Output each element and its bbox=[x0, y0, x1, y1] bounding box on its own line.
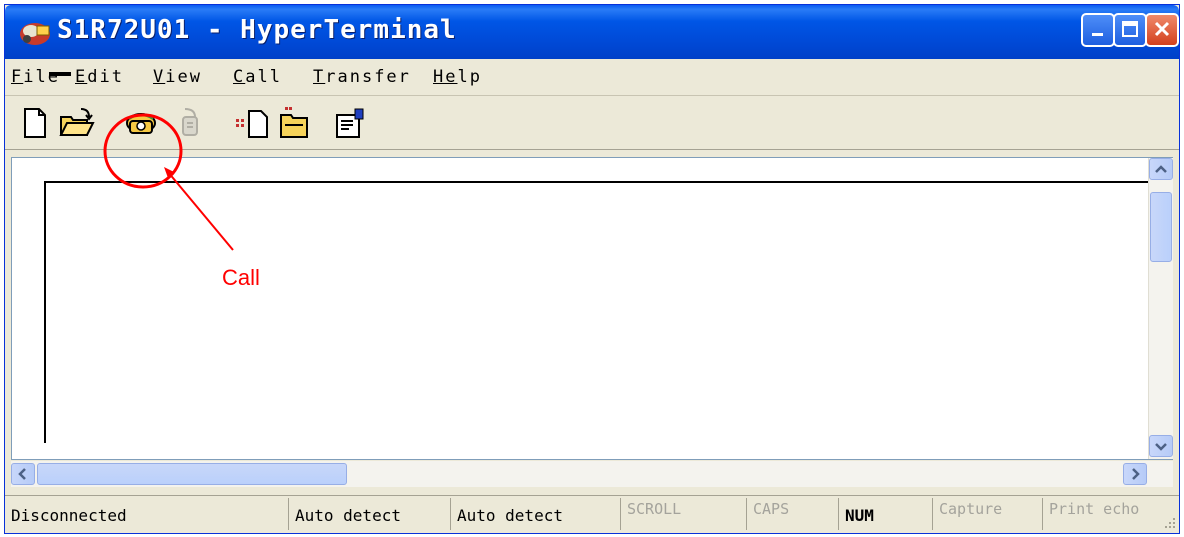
properties-button[interactable] bbox=[331, 105, 371, 141]
status-port-settings: Auto detect bbox=[451, 498, 621, 530]
send-button[interactable] bbox=[233, 105, 273, 141]
scroll-up-button[interactable] bbox=[1149, 158, 1173, 180]
minimize-button[interactable] bbox=[1081, 13, 1115, 47]
menu-call[interactable]: Call bbox=[233, 67, 282, 87]
new-document-icon bbox=[24, 108, 46, 138]
send-file-icon bbox=[236, 110, 268, 138]
status-emulation: Auto detect bbox=[289, 498, 451, 530]
scroll-right-button[interactable] bbox=[1123, 463, 1147, 485]
terminal-cursor bbox=[49, 72, 71, 76]
chevron-down-icon bbox=[1155, 443, 1167, 451]
status-scroll: SCROLL bbox=[621, 498, 747, 530]
scroll-left-button[interactable] bbox=[11, 463, 35, 485]
hyperterminal-icon[interactable] bbox=[17, 17, 53, 47]
call-button[interactable] bbox=[121, 105, 161, 141]
terminal-panel[interactable] bbox=[11, 157, 1173, 460]
status-capture: Capture bbox=[933, 498, 1043, 530]
status-connection: Disconnected bbox=[5, 498, 289, 530]
open-button[interactable] bbox=[57, 105, 97, 141]
menu-help[interactable]: Help bbox=[433, 67, 482, 87]
new-connection-button[interactable] bbox=[17, 105, 57, 141]
receive-button[interactable] bbox=[275, 105, 315, 141]
status-bar: Disconnected Auto detect Auto detect SCR… bbox=[5, 495, 1179, 532]
chevron-left-icon bbox=[18, 468, 26, 480]
menu-edit[interactable]: Edit bbox=[75, 67, 124, 87]
menu-bar: File Edit View Call Transfer Help bbox=[5, 59, 1179, 96]
horizontal-scroll-thumb[interactable] bbox=[37, 463, 347, 485]
disconnect-phone-icon bbox=[182, 108, 198, 136]
properties-icon bbox=[336, 108, 364, 138]
chevron-up-icon bbox=[1155, 165, 1167, 173]
maximize-icon bbox=[1122, 21, 1138, 37]
open-folder-icon bbox=[59, 108, 95, 136]
call-phone-icon bbox=[126, 113, 156, 134]
status-caps: CAPS bbox=[747, 498, 839, 530]
maximize-button[interactable] bbox=[1113, 13, 1147, 47]
horizontal-scrollbar[interactable] bbox=[11, 461, 1173, 487]
menu-file[interactable]: File bbox=[11, 67, 60, 87]
toolbar bbox=[5, 97, 1179, 150]
status-print-echo: Print echo bbox=[1049, 500, 1140, 518]
vertical-scrollbar[interactable] bbox=[1148, 158, 1173, 459]
menu-view[interactable]: View bbox=[153, 67, 202, 87]
scroll-down-button[interactable] bbox=[1149, 435, 1173, 457]
menu-transfer[interactable]: Transfer bbox=[313, 67, 411, 87]
title-bar[interactable]: S1R72U01 - HyperTerminal bbox=[5, 5, 1179, 59]
minimize-icon bbox=[1092, 33, 1103, 36]
vertical-scroll-thumb[interactable] bbox=[1150, 192, 1172, 262]
status-num: NUM bbox=[839, 498, 933, 530]
window-title: S1R72U01 - HyperTerminal bbox=[57, 15, 457, 45]
terminal-screen[interactable] bbox=[44, 181, 1150, 443]
receive-file-icon bbox=[280, 107, 308, 138]
chevron-right-icon bbox=[1132, 468, 1140, 480]
disconnect-button[interactable] bbox=[171, 105, 211, 141]
close-button[interactable] bbox=[1145, 13, 1179, 47]
close-icon bbox=[1154, 21, 1170, 37]
call-annotation-label: Call bbox=[222, 265, 260, 290]
resize-grip-icon[interactable] bbox=[1163, 516, 1177, 530]
hyperterminal-window: S1R72U01 - HyperTerminal File Edit View … bbox=[4, 4, 1180, 534]
